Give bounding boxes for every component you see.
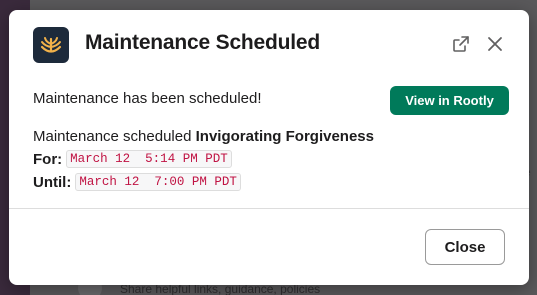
scheduled-prefix: Maintenance scheduled xyxy=(33,128,192,145)
maintenance-modal: Maintenance Scheduled Maintenance has be… xyxy=(9,10,529,285)
until-row: Until: March 12 7:00 PM PDT xyxy=(33,173,241,191)
rootly-logo-icon xyxy=(33,27,69,63)
maintenance-summary: Maintenance scheduled Invigorating Forgi… xyxy=(33,128,374,145)
close-icon[interactable] xyxy=(483,32,507,56)
for-value: March 12 5:14 PM PDT xyxy=(66,150,232,168)
for-label: For: xyxy=(33,150,63,168)
maintenance-name: Invigorating Forgiveness xyxy=(195,128,374,145)
view-in-rootly-button[interactable]: View in Rootly xyxy=(390,86,509,115)
modal-header: Maintenance Scheduled xyxy=(9,10,529,78)
close-button[interactable]: Close xyxy=(425,229,505,265)
for-row: For: March 12 5:14 PM PDT xyxy=(33,150,232,168)
status-message: Maintenance has been scheduled! xyxy=(33,90,262,107)
external-link-icon[interactable] xyxy=(449,32,473,56)
until-label: Until: xyxy=(33,173,72,191)
until-value: March 12 7:00 PM PDT xyxy=(75,173,241,191)
modal-title: Maintenance Scheduled xyxy=(85,31,321,54)
footer-divider xyxy=(9,208,529,209)
